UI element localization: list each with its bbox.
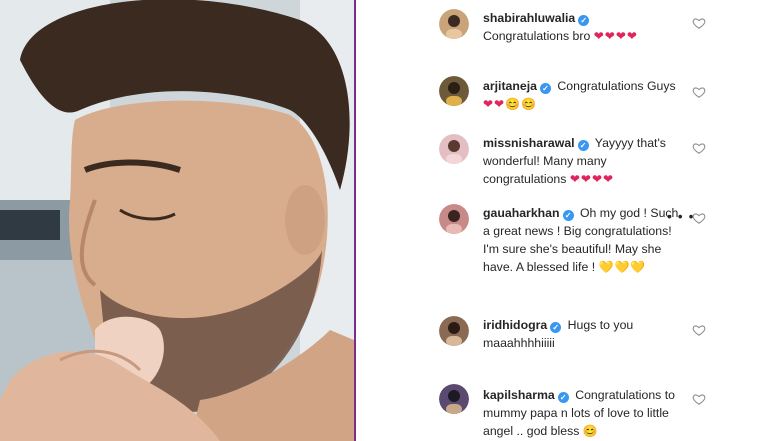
comment-username[interactable]: shabirahluwalia — [483, 11, 575, 25]
comment-username[interactable]: kapilsharma — [483, 388, 555, 402]
comment-emoji: ❤❤❤❤ — [593, 29, 638, 43]
avatar-icon — [439, 134, 469, 164]
more-options-icon[interactable]: • • • — [667, 208, 694, 224]
avatar-icon — [439, 9, 469, 39]
avatar[interactable] — [439, 316, 469, 346]
comment-emoji: 😊 — [582, 424, 599, 438]
comment-emoji: ❤❤😊😊 — [483, 97, 537, 111]
like-heart-icon[interactable] — [692, 323, 706, 337]
verified-icon: ✓ — [540, 83, 551, 94]
avatar[interactable] — [439, 134, 469, 164]
comments-panel: shabirahluwalia ✓ Congratulations bro ❤❤❤… — [356, 0, 784, 441]
comment-text: arjitaneja ✓ Congratulations Guys ❤❤😊😊 — [483, 77, 683, 113]
comment-username[interactable]: arjitaneja — [483, 79, 537, 93]
avatar[interactable] — [439, 76, 469, 106]
comment-username[interactable]: missnisharawal — [483, 136, 575, 150]
like-heart-icon[interactable] — [692, 16, 706, 30]
comment-text: kapilsharma ✓ Congratulations to mummy pa… — [483, 386, 683, 440]
avatar[interactable] — [439, 9, 469, 39]
verified-icon: ✓ — [557, 392, 569, 403]
comment-username[interactable]: iridhidogra — [483, 318, 547, 332]
avatar-icon — [439, 76, 469, 106]
avatar-icon — [439, 316, 469, 346]
like-heart-icon[interactable] — [692, 211, 706, 225]
avatar[interactable] — [439, 204, 469, 234]
verified-icon: ✓ — [562, 210, 574, 221]
avatar-icon — [439, 204, 469, 234]
comment-text: iridhidogra ✓ Hugs to you maaahhhhiiiii — [483, 316, 683, 352]
comment-body: Congratulations bro — [483, 29, 591, 43]
comment-emoji: ❤❤❤❤ — [569, 172, 615, 186]
comment-emoji: 💛💛💛 — [598, 260, 647, 274]
comment-body: Congratulations Guys — [557, 79, 676, 93]
like-heart-icon[interactable] — [692, 141, 706, 155]
avatar[interactable] — [439, 384, 469, 414]
comment-username[interactable]: gauaharkhan — [483, 206, 560, 220]
verified-icon: ✓ — [550, 322, 562, 333]
comment-text: missnisharawal ✓ Yayyyy that's wonderful!… — [483, 134, 683, 188]
post-photo — [0, 0, 354, 441]
comment-text: gauaharkhan ✓ Oh my god ! Such a great ne… — [483, 204, 683, 276]
verified-icon: ✓ — [578, 15, 590, 26]
comment-text: shabirahluwalia ✓ Congratulations bro ❤❤❤… — [483, 9, 683, 45]
avatar-icon — [439, 384, 469, 414]
like-heart-icon[interactable] — [692, 392, 706, 406]
photo-illustration — [0, 0, 354, 441]
like-heart-icon[interactable] — [692, 85, 706, 99]
verified-icon: ✓ — [577, 140, 589, 151]
